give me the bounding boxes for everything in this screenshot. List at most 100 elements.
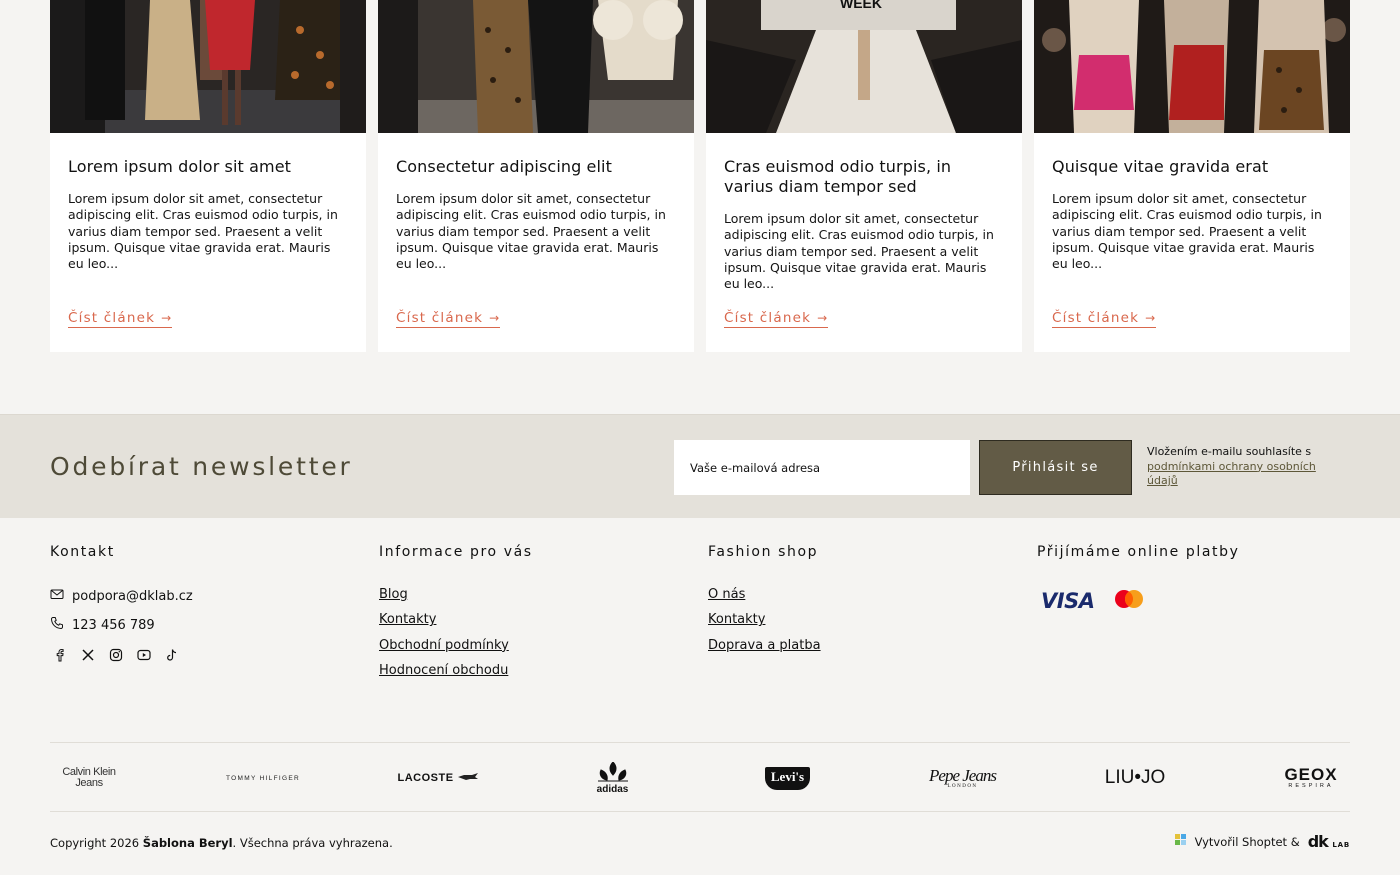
- read-article-link[interactable]: Číst článek →: [724, 310, 829, 328]
- instagram-icon[interactable]: [109, 648, 123, 662]
- read-article-label: Číst článek: [396, 310, 484, 326]
- copyright-prefix: Copyright 2026: [50, 836, 143, 850]
- newsletter-email-input[interactable]: [674, 440, 970, 495]
- dklab-logo: dk LAB: [1308, 832, 1350, 851]
- article-body: Cras euismod odio turpis, in varius diam…: [724, 157, 1004, 292]
- mail-icon: [50, 587, 64, 605]
- facebook-icon[interactable]: [53, 648, 67, 662]
- footer-link-blog[interactable]: Blog: [379, 587, 509, 603]
- brand-geox-text: GEOX: [1284, 765, 1338, 784]
- article-excerpt: Lorem ipsum dolor sit amet, consectetur …: [1052, 191, 1322, 272]
- footer-link-shipping[interactable]: Doprava a platba: [708, 638, 821, 654]
- visa-logo: VISA: [1041, 589, 1095, 613]
- brand-adidas-text: adidas: [596, 783, 629, 795]
- article-image[interactable]: [378, 0, 694, 133]
- brand-pepe-jeans[interactable]: Pepe Jeans LONDON: [920, 743, 1005, 813]
- lab-text: LAB: [1332, 841, 1350, 849]
- article-image[interactable]: [50, 0, 366, 133]
- articles-section: Lorem ipsum dolor sit amet Lorem ipsum d…: [50, 0, 1350, 352]
- article-card[interactable]: Lorem ipsum dolor sit amet Lorem ipsum d…: [50, 0, 366, 352]
- article-title[interactable]: Consectetur adipiscing elit: [396, 157, 676, 177]
- brand-levis-text: Levi's: [764, 766, 811, 790]
- consent-text: Vložením e-mailu souhlasíte s: [1147, 445, 1312, 458]
- copyright-suffix: . Všechna práva vyhrazena.: [232, 836, 393, 850]
- brand-calvin-text: Calvin Klein Jeans: [62, 766, 116, 789]
- arrow-right-icon: →: [1145, 311, 1157, 325]
- article-image[interactable]: [1034, 0, 1350, 133]
- contact-phone[interactable]: 123 456 789: [50, 616, 155, 634]
- article-title[interactable]: Quisque vitae gravida erat: [1052, 157, 1332, 177]
- contact-phone-text: 123 456 789: [72, 617, 155, 633]
- image-text: WEEK: [840, 0, 882, 11]
- dk-text: dk: [1307, 832, 1329, 851]
- arrow-right-icon: →: [817, 311, 829, 325]
- footer-info: Informace pro vás Blog Kontakty Obchodní…: [379, 544, 679, 684]
- brand-lacoste[interactable]: LACOSTE: [395, 743, 480, 813]
- newsletter-title: Odebírat newsletter: [50, 452, 353, 481]
- x-icon[interactable]: [81, 648, 95, 662]
- article-card[interactable]: Quisque vitae gravida erat Lorem ipsum d…: [1034, 0, 1350, 352]
- crocodile-icon: [457, 772, 478, 784]
- article-card[interactable]: WEEK Cras euismod odio turpis, in varius…: [706, 0, 1022, 352]
- brand-geox[interactable]: GEOX RESPIRA: [1275, 743, 1347, 813]
- brand-logos: Calvin Klein Jeans TOMMY HILFIGER LACOST…: [50, 742, 1350, 812]
- brand-lacoste-text: LACOSTE: [397, 772, 454, 784]
- read-article-label: Číst článek: [724, 310, 812, 326]
- read-article-label: Číst článek: [1052, 310, 1140, 326]
- footer-link-about[interactable]: O nás: [708, 587, 821, 603]
- read-article-link[interactable]: Číst článek →: [396, 310, 501, 328]
- shoptet-logo-icon: [1174, 834, 1187, 849]
- article-card[interactable]: Consectetur adipiscing elit Lorem ipsum …: [378, 0, 694, 352]
- phone-icon: [50, 616, 64, 634]
- privacy-policy-link[interactable]: podmínkami ochrany osobních údajů: [1147, 460, 1316, 488]
- article-image[interactable]: WEEK: [706, 0, 1022, 133]
- article-body: Consectetur adipiscing elit Lorem ipsum …: [396, 157, 676, 272]
- info-links: Blog Kontakty Obchodní podmínky Hodnocen…: [379, 587, 509, 689]
- article-excerpt: Lorem ipsum dolor sit amet, consectetur …: [724, 211, 994, 292]
- article-body: Lorem ipsum dolor sit amet Lorem ipsum d…: [68, 157, 348, 272]
- shop-heading: Fashion shop: [708, 544, 819, 560]
- footer-link-terms[interactable]: Obchodní podmínky: [379, 638, 509, 654]
- contact-heading: Kontakt: [50, 544, 115, 560]
- article-title[interactable]: Lorem ipsum dolor sit amet: [68, 157, 348, 177]
- brand-pepe-sub: LONDON: [947, 784, 978, 789]
- copyright-brand[interactable]: Šablona Beryl: [143, 836, 233, 850]
- read-article-link[interactable]: Číst článek →: [1052, 310, 1157, 328]
- brand-levis[interactable]: Levi's: [755, 743, 820, 813]
- credits[interactable]: Vytvořil Shoptet & dk LAB: [1174, 832, 1350, 851]
- newsletter-subscribe-button[interactable]: Přihlásit se: [979, 440, 1132, 495]
- brand-tommy-text: TOMMY HILFIGER: [226, 774, 300, 782]
- social-links: [53, 648, 179, 662]
- newsletter-section: Odebírat newsletter Přihlásit se Vložení…: [0, 414, 1400, 518]
- footer-contact: Kontakt podpora@dklab.cz 123 456 789: [50, 544, 350, 684]
- arrow-right-icon: →: [161, 311, 173, 325]
- article-title[interactable]: Cras euismod odio turpis, in varius diam…: [724, 157, 1004, 197]
- info-heading: Informace pro vás: [379, 544, 533, 560]
- brand-calvin-klein[interactable]: Calvin Klein Jeans: [50, 743, 128, 813]
- mastercard-icon: [1112, 588, 1146, 614]
- footer-payments: Přijímáme online platby VISA: [1037, 544, 1350, 684]
- brand-liujo[interactable]: LIU•JO: [1100, 743, 1170, 813]
- adidas-trefoil-icon: [596, 760, 630, 785]
- footer-shop: Fashion shop O nás Kontakty Doprava a pl…: [708, 544, 1008, 684]
- newsletter-consent-note: Vložením e-mailu souhlasíte s podmínkami…: [1147, 445, 1347, 489]
- brand-tommy-hilfiger[interactable]: TOMMY HILFIGER: [218, 743, 308, 813]
- credit-text: Vytvořil Shoptet &: [1194, 834, 1300, 849]
- contact-email-text: podpora@dklab.cz: [72, 588, 193, 604]
- article-excerpt: Lorem ipsum dolor sit amet, consectetur …: [396, 191, 666, 272]
- read-article-link[interactable]: Číst článek →: [68, 310, 173, 328]
- youtube-icon[interactable]: [137, 648, 151, 662]
- footer-link-contacts-shop[interactable]: Kontakty: [708, 612, 821, 628]
- footer-link-contacts[interactable]: Kontakty: [379, 612, 509, 628]
- read-article-label: Číst článek: [68, 310, 156, 326]
- arrow-right-icon: →: [489, 311, 501, 325]
- payments-heading: Přijímáme online platby: [1037, 544, 1240, 560]
- footer-link-reviews[interactable]: Hodnocení obchodu: [379, 663, 509, 679]
- brand-liujo-text: LIU•JO: [1104, 767, 1166, 788]
- copyright: Copyright 2026 Šablona Beryl. Všechna pr…: [50, 836, 393, 850]
- brand-pepe-text: Pepe Jeans: [929, 766, 997, 785]
- tiktok-icon[interactable]: [165, 648, 179, 662]
- shop-links: O nás Kontakty Doprava a platba: [708, 587, 821, 663]
- brand-adidas[interactable]: adidas: [585, 743, 640, 813]
- contact-email[interactable]: podpora@dklab.cz: [50, 587, 193, 605]
